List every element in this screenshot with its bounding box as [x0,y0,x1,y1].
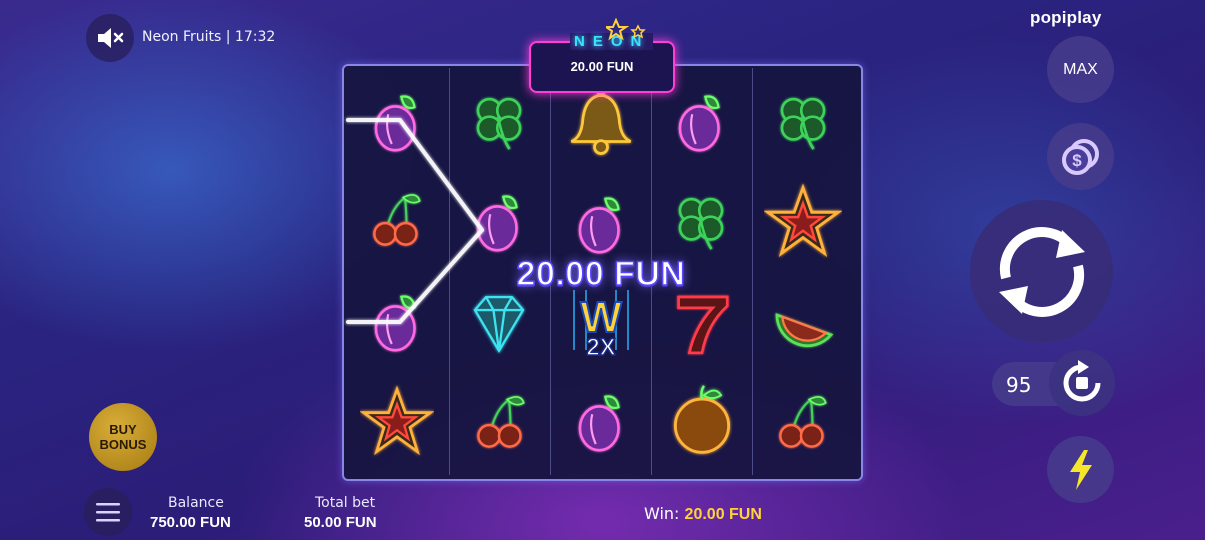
wild-2x-symbol: W 2X [566,290,636,362]
plum-symbol [566,388,636,458]
reel-divider [752,68,753,475]
bell-symbol [564,86,638,160]
menu-button[interactable] [84,488,132,536]
cherry-symbol [768,388,834,454]
coins-icon: $ [1061,138,1099,175]
win-amount-overlay: 20.00 FUN [516,254,686,294]
logo-win-amount: 20.00 FUN [570,59,634,74]
plum-symbol [566,190,636,260]
total-bet-value: 50.00 FUN [304,514,377,531]
total-bet-label: Total bet [315,495,376,511]
max-bet-button[interactable]: MAX [1047,36,1114,103]
mute-button[interactable] [86,14,134,62]
autoplay-count: 95 [1006,373,1032,397]
win-payline [346,118,484,324]
hamburger-menu-icon [96,503,120,522]
stars-icon [606,18,646,41]
balance-label: Balance [168,495,224,511]
game-screen: { "header": { "game_title": "Neon Fruits… [0,0,1205,540]
clover-symbol [768,86,838,156]
clover-symbol [666,186,736,256]
bet-settings-button[interactable]: $ [1047,123,1114,190]
autoplay-icon [1063,360,1101,402]
autoplay-button[interactable] [1049,350,1115,416]
seven-symbol [666,288,738,360]
turbo-button[interactable] [1047,436,1114,503]
win-value: 20.00 FUN [684,506,762,523]
star-symbol [360,384,434,458]
buy-bonus-label-line1: BUY [109,422,137,437]
footer-win: Win: 20.00 FUN [644,504,762,524]
buy-bonus-button[interactable]: BUY BONUS [89,403,157,471]
game-title-clock: Neon Fruits | 17:32 [142,29,276,45]
orange-symbol [664,382,740,458]
svg-text:$: $ [1072,151,1082,170]
watermelon-symbol [768,288,840,360]
speaker-muted-icon [98,28,124,48]
brand-logo: popiplay [1030,8,1102,27]
plum-symbol [666,88,736,158]
win-label: Win: [644,504,680,523]
star-symbol [764,182,842,260]
balance-value: 750.00 FUN [150,514,231,531]
lightning-icon [1069,449,1092,490]
wild-multiplier: 2X [586,334,617,361]
spin-arrows-icon [998,226,1085,317]
buy-bonus-label-line2: BONUS [99,437,147,452]
cherry-symbol [466,388,532,454]
spin-button[interactable] [970,200,1113,343]
